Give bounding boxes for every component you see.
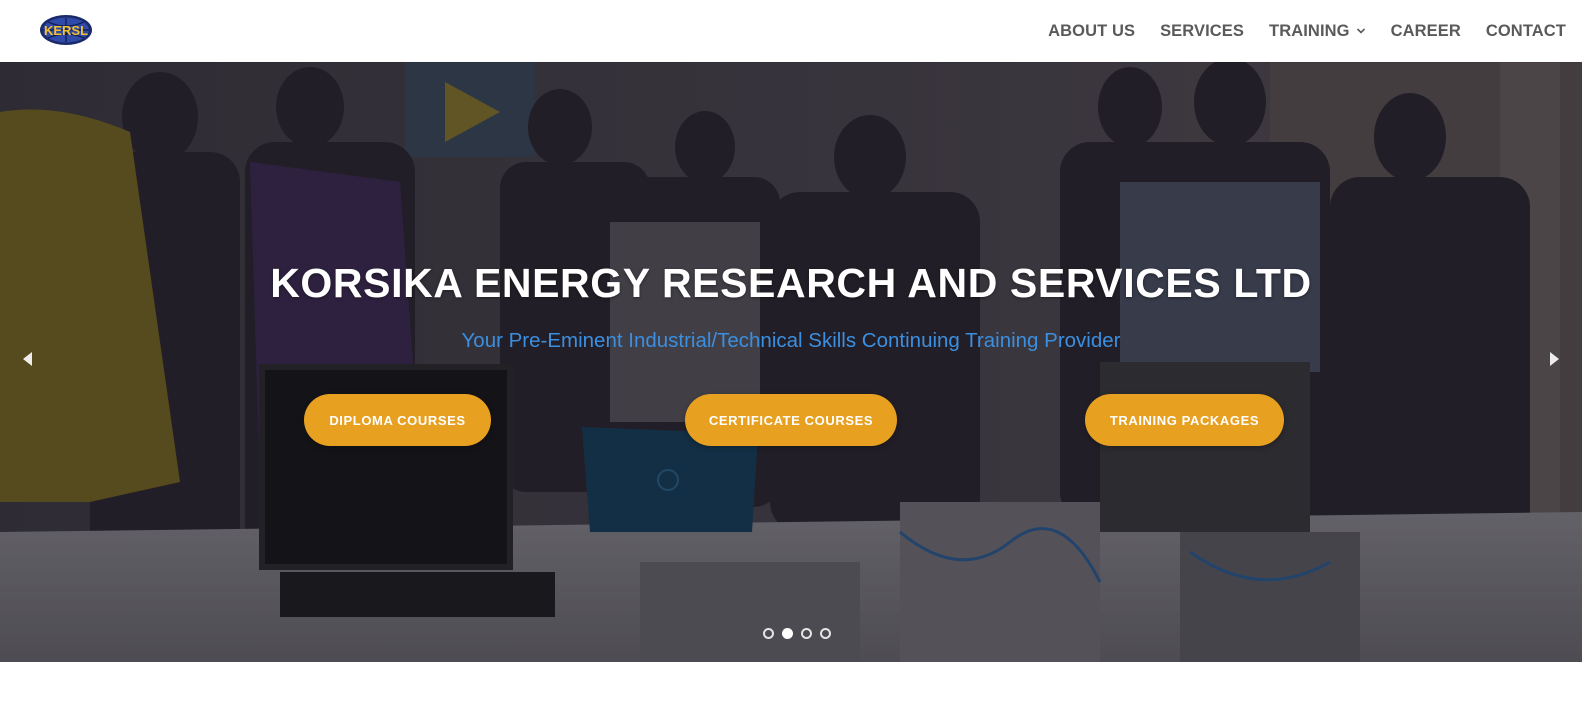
logo-text: KERSL xyxy=(44,23,88,38)
triangle-right-icon[interactable] xyxy=(1548,350,1562,368)
nav-services[interactable]: SERVICES xyxy=(1160,22,1244,41)
nav-career-label: CAREER xyxy=(1390,21,1461,40)
hero-overlay xyxy=(0,62,1582,662)
nav-contact[interactable]: CONTACT xyxy=(1486,22,1566,41)
slider-dot-3[interactable] xyxy=(801,628,812,639)
slider-dot-4[interactable] xyxy=(820,628,831,639)
hero-slider: KORSIKA ENERGY RESEARCH AND SERVICES LTD… xyxy=(0,62,1582,662)
training-packages-label: TRAINING PACKAGES xyxy=(1109,412,1260,428)
hero-title: KORSIKA ENERGY RESEARCH AND SERVICES LTD xyxy=(270,260,1312,306)
nav-training-label: TRAINING xyxy=(1269,21,1350,40)
nav-training[interactable]: TRAINING xyxy=(1269,22,1366,41)
slider-pagination xyxy=(0,628,1582,639)
hero-subtitle: Your Pre-Eminent Industrial/Technical Sk… xyxy=(461,329,1121,352)
nav-career[interactable]: CAREER xyxy=(1391,22,1461,41)
training-packages-button[interactable]: TRAINING PACKAGES xyxy=(1085,394,1284,446)
certificate-courses-button[interactable]: CERTIFICATE COURSES xyxy=(685,394,897,446)
certificate-courses-label: CERTIFICATE COURSES xyxy=(708,412,874,428)
nav-about-us[interactable]: ABOUT US xyxy=(1048,22,1135,41)
slider-dot-2[interactable] xyxy=(782,628,793,639)
nav-about-us-label: ABOUT US xyxy=(1048,21,1136,40)
triangle-left-icon[interactable] xyxy=(20,350,34,368)
site-logo[interactable]: KERSL xyxy=(38,13,94,47)
nav-services-label: SERVICES xyxy=(1160,21,1245,40)
chevron-down-icon xyxy=(1356,28,1365,34)
diploma-courses-button[interactable]: DIPLOMA COURSES xyxy=(304,394,491,446)
slider-dot-1[interactable] xyxy=(763,628,774,639)
diploma-courses-label: DIPLOMA COURSES xyxy=(329,412,466,428)
main-nav: ABOUT US SERVICES TRAINING CAREER CONTAC… xyxy=(1023,0,1566,62)
nav-contact-label: CONTACT xyxy=(1485,21,1566,40)
site-header: KERSL ABOUT US SERVICES TRAINING CAREER … xyxy=(0,0,1582,62)
